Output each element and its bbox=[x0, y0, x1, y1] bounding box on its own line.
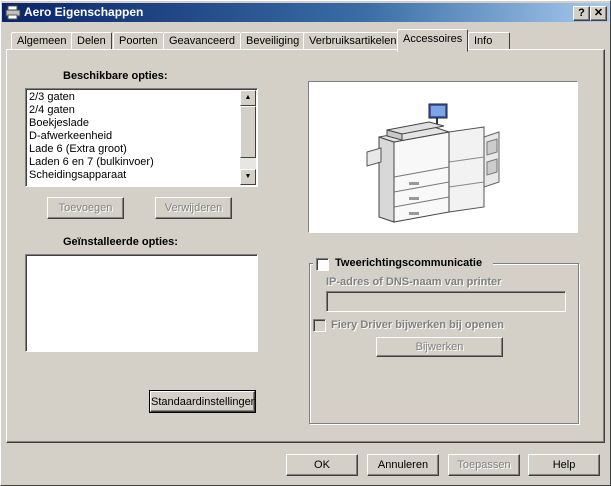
remove-button[interactable]: Verwijderen bbox=[155, 197, 232, 219]
printer-illustration-icon bbox=[366, 103, 500, 223]
tab-poorten[interactable]: Poorten bbox=[113, 32, 164, 50]
tab-info[interactable]: Info bbox=[468, 32, 510, 50]
available-options-list[interactable]: 2/3 gaten 2/4 gaten Boekjeslade D-afwerk… bbox=[25, 88, 258, 187]
tab-geavanceerd[interactable]: Geavanceerd bbox=[163, 32, 242, 50]
ok-button[interactable]: OK bbox=[286, 454, 358, 476]
printer-preview bbox=[308, 81, 578, 233]
tab-beveiliging[interactable]: Beveiliging bbox=[240, 32, 306, 50]
installed-options-label: Geïnstalleerde opties: bbox=[63, 236, 178, 248]
tab-accessoires[interactable]: Accessoires bbox=[397, 29, 469, 52]
list-item[interactable]: Boekjeslade bbox=[29, 117, 89, 130]
tab-verbruiksartikelen[interactable]: Verbruiksartikelen bbox=[303, 32, 403, 50]
update-button[interactable]: Bijwerken bbox=[376, 337, 503, 357]
scroll-up-icon[interactable]: ▲ bbox=[240, 90, 256, 106]
available-options-label: Beschikbare opties: bbox=[63, 70, 168, 82]
tab-delen[interactable]: Delen bbox=[71, 32, 112, 50]
properties-window: Aero Eigenschappen ? ✕ Algemeen Delen Po… bbox=[0, 0, 611, 486]
bidirectional-label[interactable]: Tweerichtingscommunicatie bbox=[335, 257, 482, 269]
scroll-down-icon[interactable]: ▼ bbox=[240, 169, 256, 185]
scroll-thumb[interactable] bbox=[240, 106, 256, 158]
list-item[interactable]: 2/3 gaten bbox=[29, 91, 75, 104]
list-item[interactable]: Laden 6 en 7 (bulkinvoer) bbox=[29, 156, 154, 169]
printer-icon bbox=[5, 5, 21, 20]
add-button[interactable]: Toevoegen bbox=[47, 197, 124, 219]
list-item[interactable]: Scheidingsapparaat bbox=[29, 169, 126, 182]
list-item[interactable]: Lade 6 (Extra groot) bbox=[29, 143, 127, 156]
ip-address-label: IP-adres of DNS-naam van printer bbox=[326, 276, 502, 288]
tab-algemeen[interactable]: Algemeen bbox=[11, 32, 73, 50]
apply-button[interactable]: Toepassen bbox=[448, 454, 520, 476]
close-caption-button[interactable]: ✕ bbox=[590, 6, 607, 21]
help-button[interactable]: Help bbox=[528, 454, 600, 476]
title-bar[interactable]: Aero Eigenschappen ? ✕ bbox=[2, 3, 609, 22]
fiery-update-label: Fiery Driver bijwerken bij openen bbox=[331, 319, 504, 331]
list-item[interactable]: 2/4 gaten bbox=[29, 104, 75, 117]
window-title: Aero Eigenschappen bbox=[24, 5, 144, 19]
list-scrollbar[interactable]: ▲ ▼ bbox=[240, 90, 256, 185]
installed-options-list[interactable] bbox=[25, 254, 258, 352]
fiery-update-checkbox[interactable] bbox=[313, 319, 326, 332]
cancel-button[interactable]: Annuleren bbox=[367, 454, 439, 476]
ip-address-field[interactable] bbox=[326, 291, 566, 312]
list-item[interactable]: D-afwerkeenheid bbox=[29, 130, 112, 143]
help-caption-button[interactable]: ? bbox=[573, 6, 590, 21]
bidirectional-checkbox[interactable] bbox=[316, 258, 329, 271]
defaults-button[interactable]: Standaardinstellingen bbox=[149, 390, 257, 413]
